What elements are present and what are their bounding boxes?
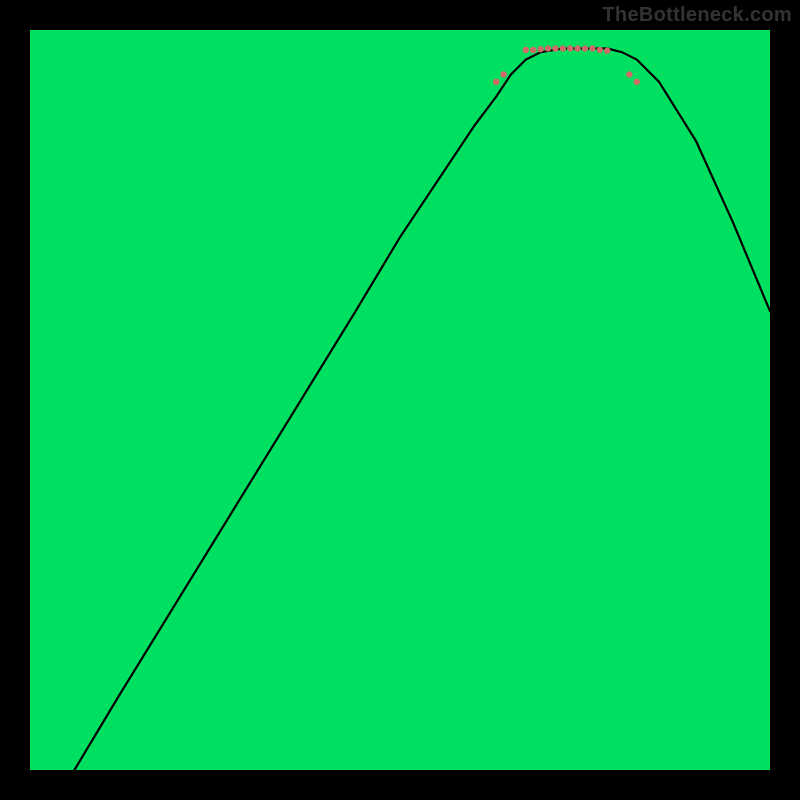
marker-dot [634,79,640,85]
chart-container: TheBottleneck.com [0,0,800,800]
marker-dot [500,71,506,77]
marker-dot [567,45,573,51]
marker-dot [545,45,551,51]
plot-area [30,30,770,770]
marker-dot [560,45,566,51]
marker-dot [552,45,558,51]
marker-dot [604,48,610,54]
marker-dot [589,45,595,51]
marker-dot [493,79,499,85]
chart-svg [30,30,770,770]
marker-dot [582,45,588,51]
marker-dot [626,71,632,77]
marker-dot [597,47,603,53]
marker-dot [530,47,536,53]
marker-dot [537,46,543,52]
watermark-text: TheBottleneck.com [602,4,792,27]
marker-dot [523,47,529,53]
marker-dot [574,45,580,51]
